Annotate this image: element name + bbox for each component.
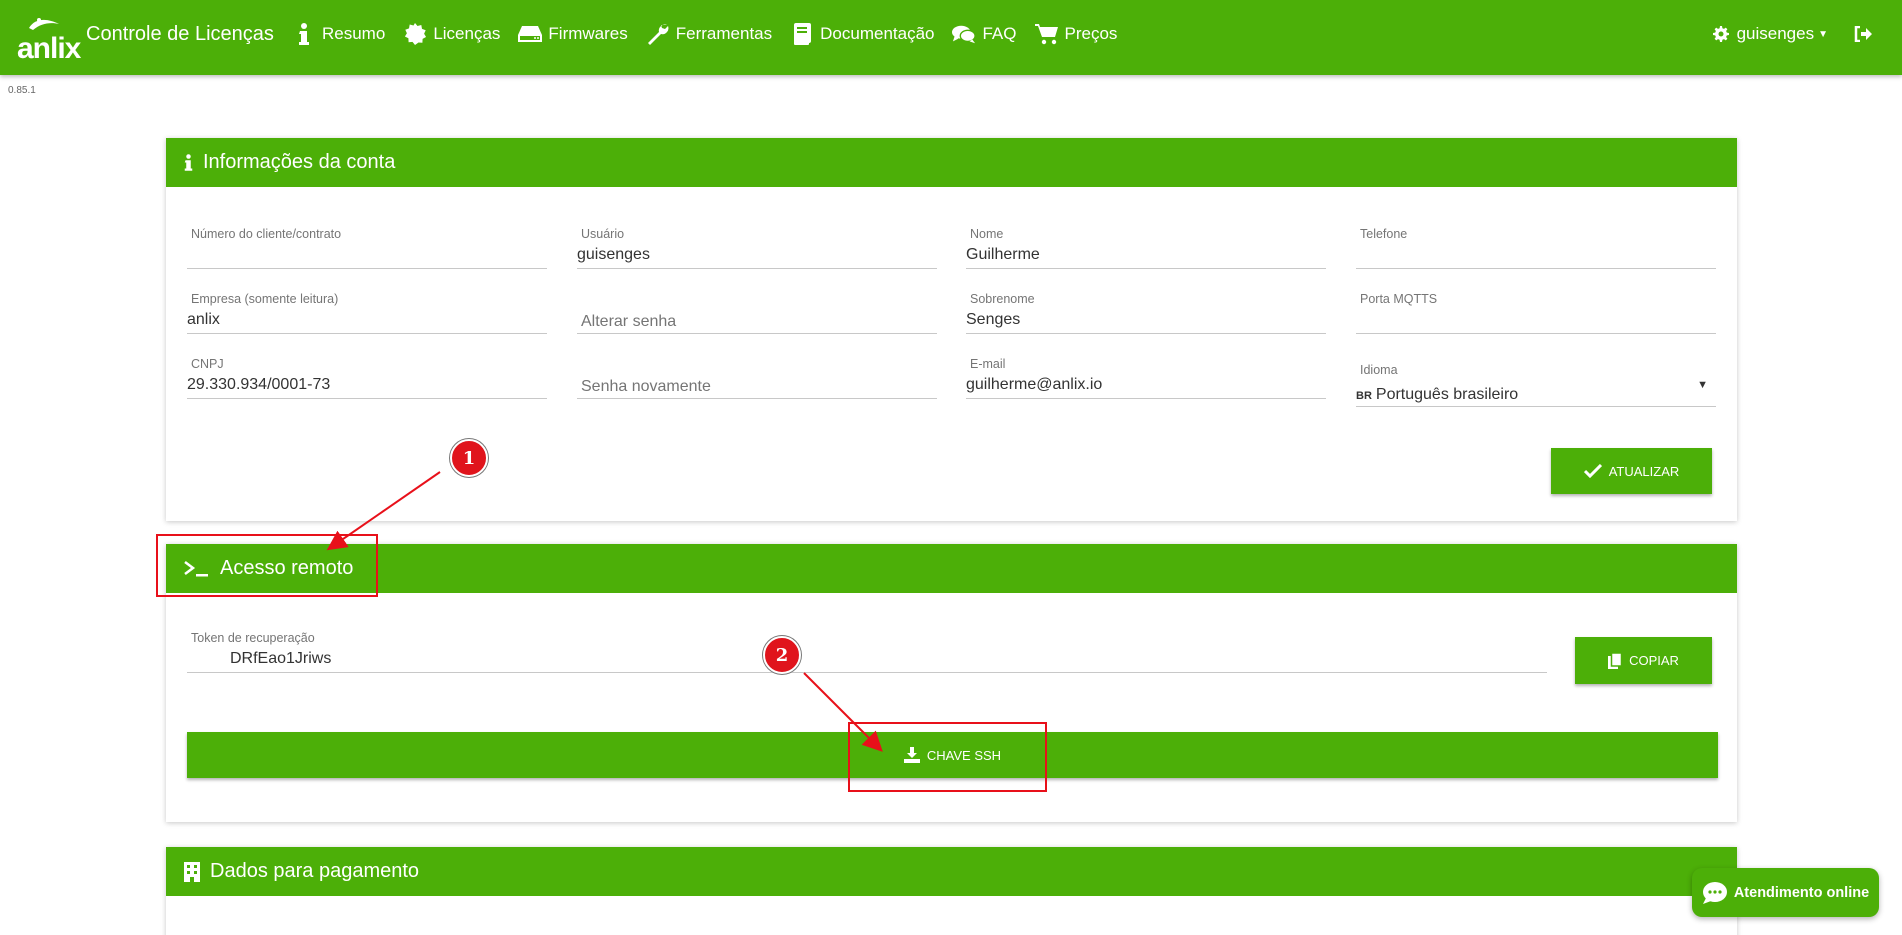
app-title[interactable]: Controle de Licenças: [86, 23, 274, 46]
user-name: guisenges: [1736, 24, 1815, 43]
online-support-label: Atendimento online: [1733, 884, 1870, 901]
nav-item-licencas[interactable]: Licenças: [403, 22, 500, 46]
remote-card-header: Acesso remoto: [166, 544, 1737, 593]
field-label: Idioma: [1360, 363, 1398, 377]
field-label: E-mail: [970, 357, 1006, 371]
nav-item-faq[interactable]: FAQ: [952, 22, 1017, 46]
field-value: Guilherme: [966, 246, 1040, 263]
field-value: DRfEao1Jriws: [230, 650, 332, 667]
field-label: Número do cliente/contrato: [191, 227, 342, 241]
annotation-box-remote-access: [156, 534, 378, 597]
recovery-token-field[interactable]: Token de recuperação DRfEao1Jriws: [187, 625, 1547, 673]
app-version: 0.85.1: [8, 85, 36, 96]
chevron-down-icon: ▼: [1697, 379, 1708, 391]
payment-card-title: Dados para pagamento: [210, 860, 420, 882]
gear-icon: [1712, 26, 1729, 42]
company-field[interactable]: Empresa (somente leitura) anlix: [187, 286, 547, 334]
logo-bird-icon: [29, 18, 59, 30]
nav-item-firmwares[interactable]: Firmwares: [518, 22, 628, 46]
nav-label: Firmwares: [548, 24, 628, 43]
payment-card-header: Dados para pagamento: [166, 847, 1737, 896]
nav-item-documentacao[interactable]: Documentação: [790, 22, 934, 46]
email-field[interactable]: E-mail guilherme@anlix.io: [966, 351, 1326, 399]
logo-wordmark: anlix: [17, 32, 81, 65]
chat-bubble-icon: [1702, 881, 1728, 905]
field-label: CNPJ: [191, 357, 224, 371]
copy-button[interactable]: COPIAR: [1575, 637, 1712, 684]
nav-label: Documentação: [820, 24, 935, 43]
field-placeholder: Senha novamente: [581, 378, 711, 395]
book-icon: [790, 22, 814, 46]
username-field[interactable]: Usuário guisenges: [577, 221, 937, 269]
cart-icon: [1034, 22, 1059, 46]
comments-icon: [952, 22, 977, 46]
wrench-icon: [646, 22, 670, 46]
change-password-field[interactable]: Alterar senha: [577, 286, 937, 334]
check-icon: [1583, 464, 1602, 478]
nav-label: Resumo: [322, 24, 386, 43]
payment-card: Dados para pagamento: [166, 847, 1737, 935]
field-value: anlix: [187, 311, 220, 328]
online-support-button[interactable]: Atendimento online: [1692, 868, 1879, 917]
field-label: Usuário: [581, 227, 625, 241]
annotation-marker-2: 2: [763, 636, 801, 674]
info-icon: [292, 22, 316, 46]
anlix-logo[interactable]: anlix: [17, 16, 81, 65]
update-button-label: ATUALIZAR: [1608, 463, 1680, 479]
phone-field[interactable]: Telefone: [1356, 221, 1716, 269]
nav-label: Licenças: [433, 24, 501, 43]
nav-item-resumo[interactable]: Resumo: [292, 22, 385, 46]
field-placeholder: Alterar senha: [581, 313, 677, 330]
field-label: Nome: [970, 227, 1004, 241]
language-value: Português brasileiro: [1375, 386, 1519, 403]
field-label: Porta MQTTS: [1360, 292, 1438, 306]
update-button[interactable]: ATUALIZAR: [1551, 448, 1712, 494]
logout-icon[interactable]: [1854, 26, 1872, 42]
first-name-field[interactable]: Nome Guilherme: [966, 221, 1326, 269]
info-icon: [184, 153, 193, 172]
annotation-box-ssh-key: [848, 722, 1047, 792]
field-value: BR Português brasileiro: [1356, 386, 1518, 404]
building-icon: [184, 861, 200, 882]
field-label: Empresa (somente leitura): [191, 292, 339, 306]
top-navbar: anlix Controle de Licenças Resumo Licenç…: [0, 0, 1902, 75]
nav-right: guisenges ▼: [1712, 24, 1872, 44]
field-label: Token de recuperação: [191, 631, 315, 645]
nav-item-precos[interactable]: Preços: [1034, 22, 1118, 46]
mqtts-port-field[interactable]: Porta MQTTS: [1356, 286, 1716, 334]
field-value: Senges: [966, 311, 1021, 328]
copy-button-label: COPIAR: [1629, 653, 1679, 668]
copy-icon: [1608, 652, 1623, 669]
field-value: guisenges: [577, 246, 650, 263]
hdd-icon: [518, 22, 543, 46]
nav-label: Preços: [1064, 24, 1118, 43]
language-select[interactable]: Idioma BR Português brasileiro ▼: [1356, 351, 1716, 407]
field-label: Sobrenome: [970, 292, 1035, 306]
annotation-marker-1: 1: [450, 439, 488, 477]
field-value: 29.330.934/0001-73: [187, 376, 331, 393]
field-value: guilherme@anlix.io: [966, 376, 1103, 393]
brazil-flag-icon: BR: [1356, 390, 1372, 402]
last-name-field[interactable]: Sobrenome Senges: [966, 286, 1326, 334]
field-label: Telefone: [1360, 227, 1408, 241]
nav-item-ferramentas[interactable]: Ferramentas: [646, 22, 772, 46]
password-again-field[interactable]: Senha novamente: [577, 351, 937, 399]
account-info-card: Informações da conta Número do cliente/c…: [166, 138, 1737, 521]
nav-label: Ferramentas: [675, 24, 773, 43]
account-card-title: Informações da conta: [203, 151, 396, 173]
nav-label: FAQ: [982, 24, 1017, 43]
badge-icon: [403, 22, 427, 46]
account-card-header: Informações da conta: [166, 138, 1737, 187]
main-menu: Resumo Licenças Firmwares Ferramentas Do…: [292, 22, 1135, 46]
client-number-field[interactable]: Número do cliente/contrato: [187, 221, 547, 269]
cnpj-field[interactable]: CNPJ 29.330.934/0001-73: [187, 351, 547, 399]
user-menu-dropdown[interactable]: guisenges ▼: [1712, 24, 1828, 44]
chevron-down-icon: ▼: [1818, 28, 1828, 40]
